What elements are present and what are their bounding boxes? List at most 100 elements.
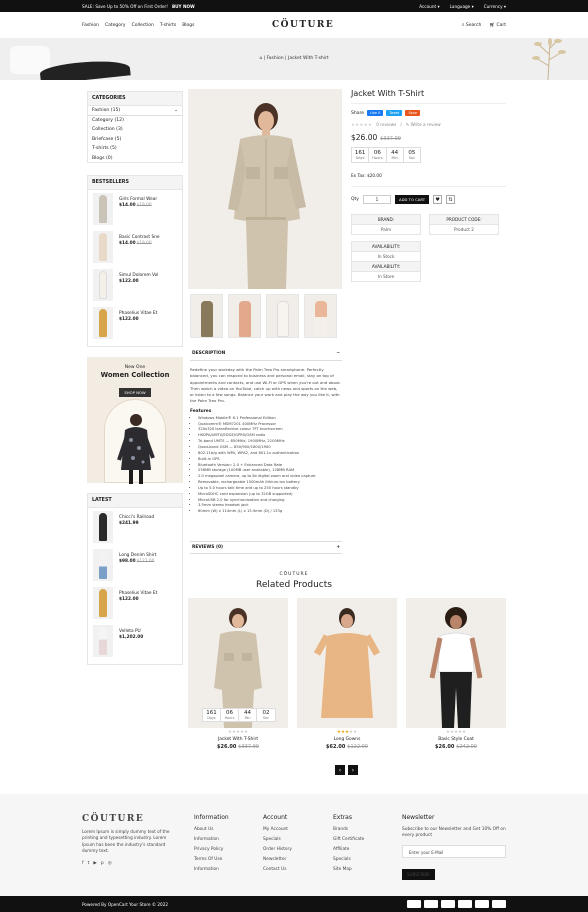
footer-link[interactable]: Terms Of Use: [194, 857, 229, 862]
chevron-down-icon[interactable]: ⌄: [174, 108, 178, 113]
nav-fashion[interactable]: Fashion: [82, 23, 99, 28]
footer-link[interactable]: Information: [194, 837, 229, 842]
footer-link[interactable]: Affiliate: [333, 847, 364, 852]
home-icon[interactable]: ⌂: [259, 56, 262, 61]
footer-link[interactable]: My Account: [263, 827, 292, 832]
product-image[interactable]: [406, 598, 506, 728]
twitter-icon[interactable]: t: [88, 861, 90, 866]
list-item[interactable]: Chicci's Railroad $241.99: [88, 508, 182, 546]
list-item[interactable]: Basic Contrast Sne $14.00$19.00: [88, 228, 182, 266]
product-image[interactable]: [297, 598, 397, 728]
search-button[interactable]: ⌕ Search: [462, 22, 481, 28]
category-item[interactable]: Blogs (0): [88, 154, 182, 164]
chevron-right-icon[interactable]: ›: [348, 765, 358, 775]
footer-link[interactable]: Contact Us: [263, 867, 292, 872]
footer-link[interactable]: Privacy Policy: [194, 847, 229, 852]
footer-logo[interactable]: CÖUTURE: [82, 814, 178, 824]
youtube-icon[interactable]: ▶: [93, 861, 96, 866]
thumbnail-image[interactable]: [228, 294, 261, 338]
product-thumbnail[interactable]: [93, 269, 113, 301]
nav-category[interactable]: Category: [105, 23, 126, 28]
language-dropdown[interactable]: Language ▾: [450, 4, 474, 9]
compare-icon[interactable]: ⇅: [446, 195, 456, 204]
list-item[interactable]: Phaselius Vitae Et $122.00: [88, 304, 182, 342]
product-thumbnail[interactable]: [93, 193, 113, 225]
countdown-minutes: 44 Min: [387, 148, 404, 162]
product-name[interactable]: Basic Style Coat: [406, 737, 506, 742]
list-item[interactable]: Velleta PU $1,202.00: [88, 622, 182, 660]
category-item[interactable]: T-shirts (5): [88, 144, 182, 154]
write-review-link[interactable]: ✎ Write a review: [406, 122, 441, 127]
subscribe-button[interactable]: SUBSCRIBE: [402, 869, 435, 880]
footer-link[interactable]: Order History: [263, 847, 292, 852]
product-price: $14.00: [119, 241, 136, 246]
brand-link[interactable]: Palm: [352, 225, 420, 234]
reviews-link[interactable]: 0 reviews: [376, 122, 396, 127]
product-info: Jacket With T-Shirt Share Like 0 Tweet S…: [351, 89, 506, 282]
thumbnail-image[interactable]: [304, 294, 337, 338]
chevron-left-icon[interactable]: ‹: [335, 765, 345, 775]
product-name[interactable]: Long Gowns: [297, 737, 397, 742]
facebook-icon[interactable]: f: [82, 861, 84, 866]
description-tab[interactable]: DESCRIPTION −: [190, 349, 342, 361]
footer-link[interactable]: Brands: [333, 827, 364, 832]
nav-tshirts[interactable]: T-shirts: [160, 23, 176, 28]
thumbnail-image[interactable]: [190, 294, 223, 338]
thumbnail-image[interactable]: [266, 294, 299, 338]
currency-dropdown[interactable]: Currency ▾: [484, 4, 506, 9]
category-item[interactable]: Briefcase (5): [88, 135, 182, 145]
add-to-cart-button[interactable]: ADD TO CART: [394, 195, 430, 204]
breadcrumb-item[interactable]: Jacket With T-shirt: [288, 56, 329, 61]
product-old-price: $337.99: [238, 744, 259, 750]
account-dropdown[interactable]: Account ▾: [419, 4, 439, 9]
tweet-button[interactable]: Tweet: [386, 110, 403, 116]
minus-icon[interactable]: −: [336, 351, 340, 356]
footer-link[interactable]: Specials: [333, 857, 364, 862]
related-product-card[interactable]: ★★★★★ Basic Style Coat $26.00 $242.00: [406, 598, 506, 750]
related-product-card[interactable]: 161 Days 06 Hours 44 Min 02 Sec ★★★★★ Jacket…: [188, 598, 288, 750]
footer-link[interactable]: Information: [194, 867, 229, 872]
list-item[interactable]: Girls Formal Wear $14.00$19.00: [88, 190, 182, 228]
product-thumbnail[interactable]: [93, 587, 113, 619]
list-item[interactable]: Simul Dolorem Vol $122.00: [88, 266, 182, 304]
product-image[interactable]: 161 Days 06 Hours 44 Min 02 Sec: [188, 598, 288, 728]
instagram-icon[interactable]: ◎: [108, 861, 112, 866]
category-label: Category (12): [92, 117, 124, 123]
reviews-tab[interactable]: REVIEWS (0) +: [190, 541, 342, 554]
category-item[interactable]: Category (12): [88, 116, 182, 126]
product-thumbnail[interactable]: [93, 307, 113, 339]
plus-icon[interactable]: +: [336, 545, 340, 550]
footer-link[interactable]: About Us: [194, 827, 229, 832]
category-item[interactable]: Fashion (15) ⌄: [88, 106, 182, 116]
product-thumbnail[interactable]: [93, 231, 113, 263]
site-logo[interactable]: CÖUTURE: [272, 20, 334, 30]
category-item[interactable]: Collection (3): [88, 125, 182, 135]
list-item[interactable]: Long Denim Shirt $98.00$122.00: [88, 546, 182, 584]
related-product-card[interactable]: ★★★★★ Long Gowns $62.00 $122.00: [297, 598, 397, 750]
promo-banner[interactable]: New One Women Collection SHOP NOW: [87, 357, 183, 484]
cart-button[interactable]: 🛒︎ Cart: [489, 23, 506, 28]
product-name[interactable]: Jacket With T-Shirt: [188, 737, 288, 742]
product-main-image[interactable]: [188, 89, 342, 289]
save-button[interactable]: Save: [405, 110, 421, 116]
quantity-input[interactable]: 1: [362, 195, 391, 204]
footer-about: CÖUTURE Lorem Ipsum is simply dummy text…: [82, 814, 178, 871]
product-thumbnail[interactable]: [93, 511, 113, 543]
wishlist-heart-icon[interactable]: ♥: [433, 195, 443, 204]
footer-link[interactable]: Gift Certificate: [333, 837, 364, 842]
footer-link[interactable]: Specials: [263, 837, 292, 842]
model-image: [429, 607, 483, 728]
share-row: Share Like 0 Tweet Save: [351, 110, 506, 116]
facebook-like-button[interactable]: Like 0: [367, 110, 384, 116]
main-nav: Fashion Category Collection T-shirts Blo…: [82, 23, 195, 28]
footer-link[interactable]: Site Map: [333, 867, 364, 872]
pinterest-icon[interactable]: p: [101, 861, 104, 866]
footer-link[interactable]: Newsletter: [263, 857, 292, 862]
breadcrumb-item[interactable]: Fashion: [267, 56, 284, 61]
product-thumbnail[interactable]: [93, 625, 113, 657]
buy-now-link[interactable]: BUY NOW: [172, 4, 195, 9]
nav-blogs[interactable]: Blogs: [182, 23, 194, 28]
nav-collection[interactable]: Collection: [132, 23, 154, 28]
shop-now-button[interactable]: SHOP NOW: [119, 388, 151, 397]
newsletter-email-input[interactable]: Enter your E-Mail: [402, 845, 506, 858]
